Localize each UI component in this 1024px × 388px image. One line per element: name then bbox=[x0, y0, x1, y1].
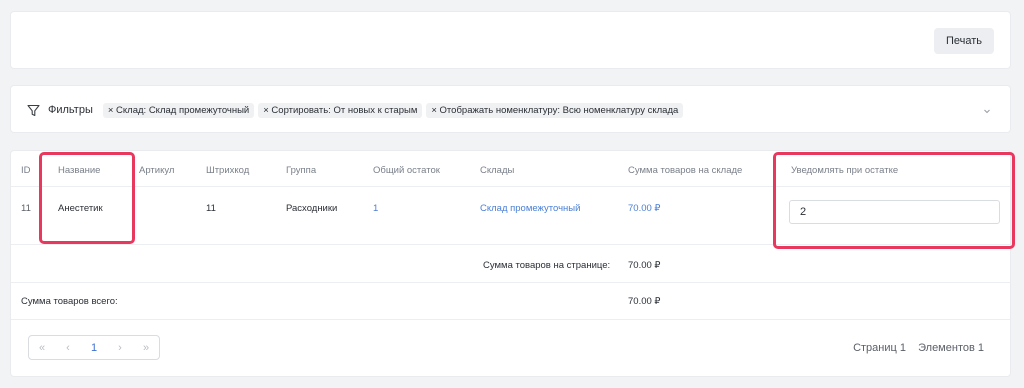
column-header-barcode[interactable]: Штрихкод bbox=[206, 165, 249, 176]
cell-id: 11 bbox=[21, 203, 31, 214]
filters-bar: Фильтры × Склад: Склад промежуточный × С… bbox=[27, 102, 687, 118]
highlight-box-notify-column bbox=[773, 152, 1015, 249]
cell-group: Расходники bbox=[286, 203, 338, 214]
filter-chip-warehouse[interactable]: × Склад: Склад промежуточный bbox=[102, 102, 255, 118]
total-sum-value: 70.00 ₽ bbox=[628, 296, 661, 307]
toolbar-card: Печать bbox=[10, 11, 1011, 69]
first-page-icon[interactable]: « bbox=[29, 342, 55, 354]
column-header-warehouse-sum[interactable]: Сумма товаров на складе bbox=[628, 165, 742, 176]
cell-total-stock-link[interactable]: 1 bbox=[373, 203, 378, 214]
divider bbox=[11, 282, 1010, 283]
column-header-id: ID bbox=[21, 165, 31, 176]
column-header-article[interactable]: Артикул bbox=[139, 165, 174, 176]
elements-count: Элементов 1 bbox=[918, 342, 984, 354]
filter-chip-nomenclature[interactable]: × Отображать номенклатуру: Всю номенклат… bbox=[426, 102, 684, 118]
next-page-icon[interactable]: › bbox=[107, 342, 133, 354]
cell-warehouse-link[interactable]: Склад промежуточный bbox=[480, 203, 580, 214]
table-card: ID Название Артикул Штрихкод Группа Общи… bbox=[10, 150, 1015, 377]
filter-chip-sort[interactable]: × Сортировать: От новых к старым bbox=[258, 102, 423, 118]
filter-icon[interactable] bbox=[27, 104, 40, 117]
current-page-button[interactable]: 1 bbox=[81, 342, 107, 354]
filters-label[interactable]: Фильтры bbox=[48, 104, 93, 116]
highlight-box-name-column bbox=[39, 152, 135, 244]
chevron-down-icon[interactable] bbox=[982, 103, 992, 114]
column-header-warehouses[interactable]: Склады bbox=[480, 165, 514, 176]
page-sum-label: Сумма товаров на странице: bbox=[483, 260, 611, 271]
page-sum-value: 70.00 ₽ bbox=[628, 260, 661, 271]
last-page-icon[interactable]: » bbox=[133, 342, 159, 354]
pagination: « ‹ 1 › » bbox=[28, 335, 160, 360]
print-button[interactable]: Печать bbox=[933, 28, 994, 54]
pages-count: Страниц 1 bbox=[853, 342, 906, 354]
total-sum-label: Сумма товаров всего: bbox=[21, 296, 118, 307]
divider bbox=[11, 319, 1010, 320]
cell-warehouse-sum-link[interactable]: 70.00 ₽ bbox=[628, 203, 660, 214]
prev-page-icon[interactable]: ‹ bbox=[55, 342, 81, 354]
cell-barcode: 11 bbox=[206, 203, 216, 214]
filters-card: Фильтры × Склад: Склад промежуточный × С… bbox=[10, 85, 1011, 133]
column-header-group[interactable]: Группа bbox=[286, 165, 316, 176]
column-header-total-stock[interactable]: Общий остаток bbox=[373, 165, 440, 176]
